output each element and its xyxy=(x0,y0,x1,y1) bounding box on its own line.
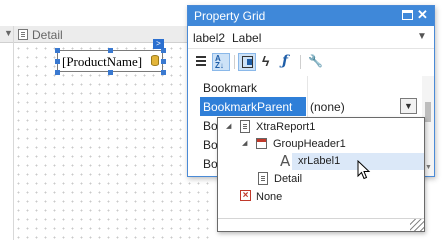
tree-node[interactable]: ◢ GroupHeader1 xyxy=(218,136,424,153)
property-name: Bo xyxy=(203,138,218,152)
collapse-chevron-icon[interactable]: ▼ xyxy=(4,28,13,38)
settings-button[interactable]: 🔧 xyxy=(304,53,323,71)
scroll-down-icon[interactable]: ▼ xyxy=(425,164,432,171)
none-icon: × xyxy=(240,190,251,201)
categorized-view-button[interactable] xyxy=(192,53,210,71)
component-name: label2 xyxy=(193,31,226,45)
component-selector[interactable]: label2 Label ▼ xyxy=(188,27,434,49)
tree-node-label: None xyxy=(256,191,283,203)
window-title: Property Grid xyxy=(194,9,266,23)
resize-handle-bottom-left[interactable] xyxy=(55,70,60,75)
tree-node-label: GroupHeader1 xyxy=(273,138,346,150)
close-icon[interactable]: ✕ xyxy=(417,7,428,23)
label-icon: A xyxy=(280,152,291,170)
resize-handle-top[interactable] xyxy=(108,48,113,53)
detail-band-icon xyxy=(258,172,268,185)
toolbar-separator xyxy=(300,55,301,69)
dropdown-editor-button[interactable]: ▼ xyxy=(400,98,417,114)
bookmark-parent-dropdown: ◢ XtraReport1 ◢ GroupHeader1 A xrLabel1 … xyxy=(217,117,425,232)
label-control[interactable]: [ProductName] xyxy=(57,50,163,72)
smart-tag-button[interactable]: > xyxy=(153,39,164,49)
expand-arrow-icon[interactable]: ◢ xyxy=(242,139,247,147)
property-grid-toolbar: A Z↓ ϟ ƒ 🔧 xyxy=(188,50,434,74)
expressions-icon: ƒ xyxy=(282,53,289,69)
chevron-down-icon[interactable]: ▼ xyxy=(417,31,427,42)
detail-band-icon xyxy=(18,29,28,40)
events-icon: ϟ xyxy=(262,53,270,69)
tree-node-label: XtraReport1 xyxy=(256,121,316,133)
categorized-icon xyxy=(196,56,206,66)
scrollbar-thumb[interactable] xyxy=(425,102,431,122)
group-header-icon xyxy=(256,138,267,149)
label-control-text: [ProductName] xyxy=(62,54,143,69)
report-icon xyxy=(240,120,250,133)
expand-arrow-icon[interactable]: ◢ xyxy=(226,122,231,130)
component-type: Label xyxy=(232,31,262,45)
alphabetical-view-button[interactable]: A Z↓ xyxy=(212,53,230,71)
resize-handle-right[interactable] xyxy=(161,59,166,64)
resize-grip[interactable] xyxy=(218,218,424,231)
database-icon xyxy=(151,55,159,66)
property-name: Bo xyxy=(203,119,218,133)
property-name: Bo xyxy=(203,157,218,171)
tree-node[interactable]: × None xyxy=(218,189,424,206)
properties-tab-button[interactable] xyxy=(238,53,256,71)
events-tab-button[interactable]: ϟ xyxy=(258,53,276,71)
tree-node[interactable]: Detail xyxy=(218,171,424,188)
tree-node-label: Detail xyxy=(274,173,303,185)
property-grid-title-bar[interactable]: Property Grid ✕ xyxy=(188,6,434,26)
tree-node[interactable]: ◢ XtraReport1 xyxy=(218,119,424,136)
resize-handle-bottom[interactable] xyxy=(108,70,113,75)
property-value[interactable]: (none) xyxy=(310,100,345,114)
toolbar-separator xyxy=(234,55,235,69)
detail-band-header[interactable]: ▼ Detail xyxy=(0,26,210,43)
band-label: Detail xyxy=(32,28,63,42)
property-name: BookmarkParent xyxy=(203,100,293,114)
resize-handle-top-left[interactable] xyxy=(55,48,60,53)
property-row[interactable]: Bookmark xyxy=(188,78,420,97)
wrench-icon: 🔧 xyxy=(308,54,323,68)
expressions-tab-button[interactable]: ƒ xyxy=(278,53,296,71)
properties-icon xyxy=(242,56,253,68)
resize-handle-bottom-right[interactable] xyxy=(161,70,166,75)
resize-handle-left[interactable] xyxy=(55,59,60,64)
tree-node-label: xrLabel1 xyxy=(298,155,341,167)
mouse-pointer-icon xyxy=(357,160,371,180)
property-name: Bookmark xyxy=(203,81,258,95)
pin-icon[interactable] xyxy=(402,10,413,20)
alphabetical-icon: A Z↓ xyxy=(215,54,224,70)
property-row-selected[interactable]: BookmarkParent (none) ▼ xyxy=(188,97,420,116)
